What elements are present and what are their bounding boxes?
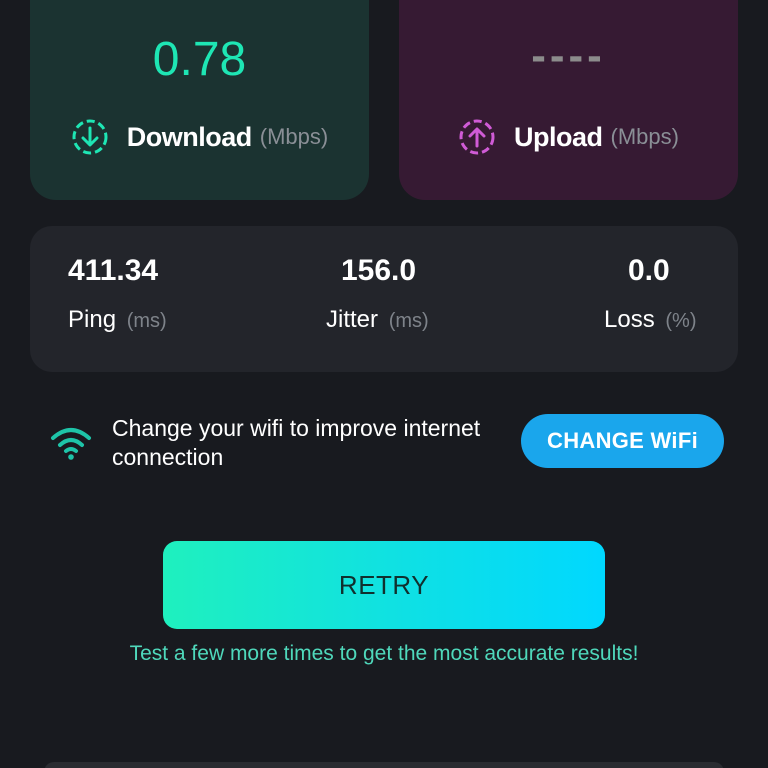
- loss-unit: (%): [665, 310, 697, 332]
- network-stats-panel: 411.34 Ping (ms) 156.0 Jitter (ms) 0.0 L…: [30, 226, 738, 372]
- ping-value: 411.34: [68, 254, 159, 287]
- jitter-stat: 156.0 Jitter (ms): [326, 226, 446, 372]
- jitter-label-row: Jitter (ms): [326, 306, 429, 334]
- ping-label: Ping: [68, 306, 117, 333]
- jitter-unit: (ms): [388, 310, 429, 332]
- download-circle-icon: [71, 118, 109, 156]
- upload-label: Upload: [514, 121, 603, 152]
- upload-speed-value: ----: [531, 31, 606, 80]
- ping-unit: (ms): [126, 310, 167, 332]
- download-card: 0.78 Download (Mbps): [30, 0, 369, 200]
- wifi-icon: [50, 426, 92, 460]
- change-wifi-button[interactable]: CHANGE WiFi: [521, 414, 724, 468]
- download-label-row: Download (Mbps): [30, 118, 369, 156]
- download-label: Download: [126, 121, 253, 152]
- upload-unit: (Mbps): [610, 124, 679, 149]
- wifi-tip-text: Change your wifi to improve internet con…: [112, 415, 481, 470]
- loss-stat: 0.0 Loss (%): [604, 226, 704, 372]
- loss-value: 0.0: [628, 254, 670, 287]
- bottom-card-edge: [44, 762, 724, 768]
- ping-label-row: Ping (ms): [68, 306, 167, 334]
- upload-card: ---- Upload (Mbps): [399, 0, 738, 200]
- download-unit: (Mbps): [259, 124, 329, 149]
- retry-hint-text: Test a few more times to get the most ac…: [129, 642, 639, 665]
- loss-label-row: Loss (%): [604, 306, 696, 334]
- loss-label: Loss: [604, 306, 655, 333]
- upload-circle-icon: [458, 118, 496, 156]
- upload-label-row: Upload (Mbps): [399, 118, 738, 156]
- download-speed-value: 0.78: [152, 33, 247, 86]
- speed-test-results-screen: 0.78 Download (Mbps) ---- Upload (Mbps): [0, 0, 768, 768]
- retry-button[interactable]: RETRY: [163, 541, 605, 629]
- jitter-label: Jitter: [326, 306, 379, 333]
- jitter-value: 156.0: [341, 254, 417, 287]
